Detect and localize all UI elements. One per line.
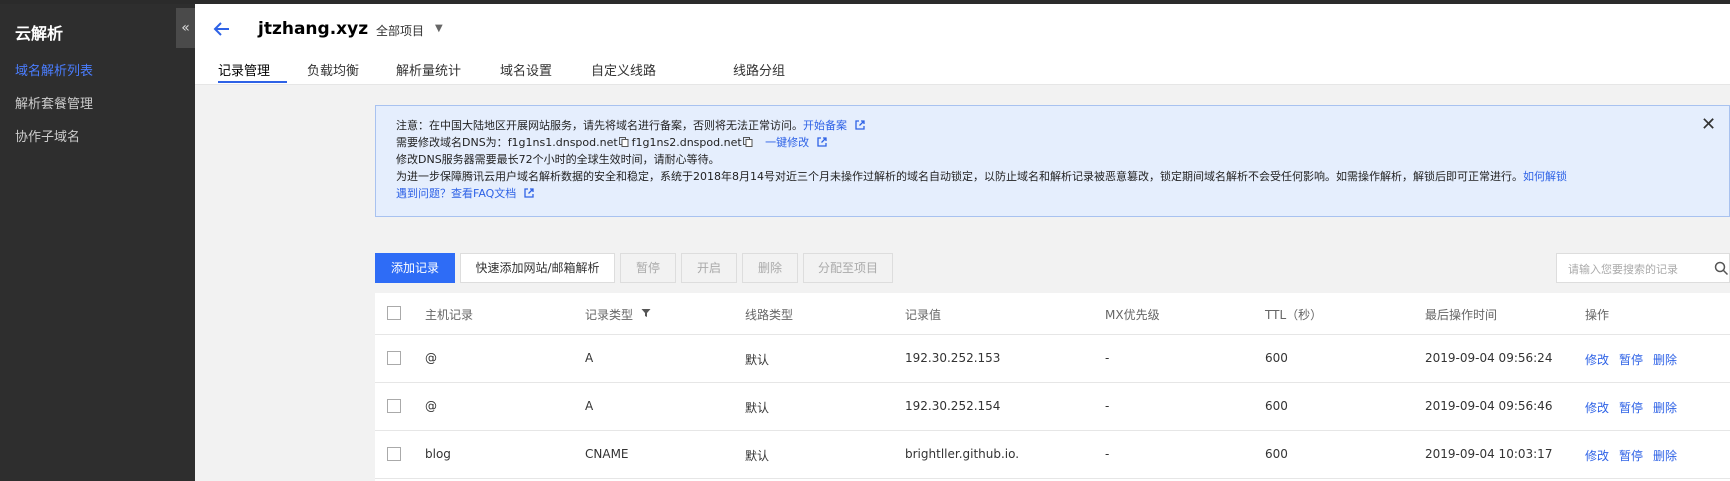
value-cell: brightller.github.io. <box>905 447 1020 461</box>
table-row: blog CNAME 默认 brightller.github.io. - 60… <box>375 431 1730 479</box>
tab-active-indicator <box>218 81 287 83</box>
faq-link[interactable]: 查看FAQ文档 <box>451 187 516 200</box>
notice-line-5: 遇到问题？查看FAQ文档 <box>396 185 534 201</box>
close-icon[interactable]: ✕ <box>1701 114 1716 135</box>
external-link-icon[interactable] <box>524 188 534 198</box>
edit-link[interactable]: 修改 <box>1585 447 1609 464</box>
sidebar-item-sub-domains[interactable]: 协作子域名 <box>15 126 80 145</box>
line-cell: 默认 <box>745 449 770 463</box>
column-header: 记录类型 <box>585 308 634 322</box>
row-checkbox[interactable] <box>387 351 401 365</box>
notice-line-4: 为进一步保障腾讯云用户域名解析数据的安全和稳定，系统于2018年8月14号对近三… <box>396 170 1567 183</box>
add-record-button[interactable]: 添加记录 <box>375 253 455 283</box>
column-header: 操作 <box>1585 308 1610 322</box>
time-cell: 2019-09-04 10:03:17 <box>1425 447 1553 461</box>
tab-load-balance[interactable]: 负载均衡 <box>307 60 359 79</box>
column-header: 最后操作时间 <box>1425 308 1498 322</box>
copy-icon[interactable] <box>618 137 629 147</box>
records-table: 主机记录 记录类型 线路类型 记录值 MX优先级 TTL（秒） 最后操作时间 操… <box>375 293 1730 481</box>
search-box[interactable]: 请输入您要搜索的记录 <box>1556 253 1730 283</box>
tab-custom-lines[interactable]: 自定义线路 <box>591 60 656 79</box>
delete-link[interactable]: 删除 <box>1653 447 1677 464</box>
type-cell: A <box>585 351 594 365</box>
caret-down-icon[interactable]: ▼ <box>435 23 443 34</box>
host-cell: @ <box>425 351 437 365</box>
pause-link[interactable]: 暂停 <box>1619 447 1643 464</box>
having-problems-link[interactable]: 遇到问题？ <box>396 187 451 200</box>
type-cell: CNAME <box>585 447 629 461</box>
domain-title: jtzhang.xyz <box>258 19 369 39</box>
column-header: MX优先级 <box>1105 308 1160 322</box>
search-icon[interactable] <box>1714 261 1729 276</box>
table-row: @ A 默认 192.30.252.153 - 600 2019-09-04 0… <box>375 335 1730 383</box>
notice-banner: 注意：在中国大陆地区开展网站服务，请先将域名进行备案，否则将无法正常访问。开始备… <box>375 105 1730 217</box>
column-header: 记录值 <box>905 308 942 322</box>
tab-domain-settings[interactable]: 域名设置 <box>500 60 552 79</box>
header: jtzhang.xyz 全部项目 ▼ 记录管理 负载均衡 解析量统计 域名设置 … <box>195 4 1730 85</box>
pause-link[interactable]: 暂停 <box>1619 399 1643 416</box>
row-checkbox[interactable] <box>387 399 401 413</box>
back-arrow-icon[interactable] <box>212 19 232 39</box>
dns-server-1: f1g1ns1.dnspod.net <box>507 136 618 149</box>
mx-cell: - <box>1105 399 1110 413</box>
tab-line-groups[interactable]: 线路分组 <box>733 60 785 79</box>
value-cell: 192.30.252.154 <box>905 399 1001 413</box>
host-cell: blog <box>425 447 451 461</box>
delete-link[interactable]: 删除 <box>1653 351 1677 368</box>
enable-button[interactable]: 开启 <box>681 253 737 283</box>
notice-line-2: 需要修改域名DNS为：f1g1ns1.dnspod.net f1g1ns2.dns… <box>396 134 827 150</box>
project-select[interactable]: 全部项目 <box>376 22 424 39</box>
dns-server-2: f1g1ns2.dnspod.net <box>631 136 742 149</box>
one-click-modify-link[interactable]: 一键修改 <box>765 136 809 149</box>
external-link-icon[interactable] <box>854 120 865 130</box>
tab-statistics[interactable]: 解析量统计 <box>396 60 461 79</box>
sidebar-item-packages[interactable]: 解析套餐管理 <box>15 93 93 112</box>
how-to-unlock-link[interactable]: 如何解锁 <box>1523 170 1567 183</box>
pause-link[interactable]: 暂停 <box>1619 351 1643 368</box>
filter-icon[interactable] <box>641 308 651 318</box>
ttl-cell: 600 <box>1265 399 1288 413</box>
notice-line-1: 注意：在中国大陆地区开展网站服务，请先将域名进行备案，否则将无法正常访问。开始备… <box>396 117 865 133</box>
sidebar-collapse-button[interactable]: « <box>176 8 195 48</box>
mx-cell: - <box>1105 351 1110 365</box>
ttl-cell: 600 <box>1265 447 1288 461</box>
type-cell: A <box>585 399 594 413</box>
select-all-checkbox[interactable] <box>387 306 401 320</box>
time-cell: 2019-09-04 09:56:24 <box>1425 351 1553 365</box>
column-header: 线路类型 <box>745 308 794 322</box>
host-cell: @ <box>425 399 437 413</box>
table-row: @ A 默认 192.30.252.154 - 600 2019-09-04 0… <box>375 383 1730 431</box>
sidebar-item-domain-list[interactable]: 域名解析列表 <box>15 60 93 79</box>
copy-icon[interactable] <box>742 137 753 147</box>
edit-link[interactable]: 修改 <box>1585 351 1609 368</box>
quick-add-button[interactable]: 快速添加网站/邮箱解析 <box>460 253 615 283</box>
ttl-cell: 600 <box>1265 351 1288 365</box>
time-cell: 2019-09-04 09:56:46 <box>1425 399 1553 413</box>
mx-cell: - <box>1105 447 1110 461</box>
assign-project-button[interactable]: 分配至项目 <box>803 253 893 283</box>
table-header-row: 主机记录 记录类型 线路类型 记录值 MX优先级 TTL（秒） 最后操作时间 操… <box>375 293 1730 335</box>
delete-button[interactable]: 删除 <box>742 253 798 283</box>
edit-link[interactable]: 修改 <box>1585 399 1609 416</box>
notice-line-3: 修改DNS服务器需要最长72个小时的全球生效时间，请耐心等待。 <box>396 153 720 166</box>
line-cell: 默认 <box>745 401 770 415</box>
column-header: 主机记录 <box>425 308 474 322</box>
line-cell: 默认 <box>745 353 770 367</box>
start-filing-link[interactable]: 开始备案 <box>803 119 847 132</box>
sidebar: 云解析 « 域名解析列表 解析套餐管理 协作子域名 <box>0 4 195 481</box>
row-checkbox[interactable] <box>387 447 401 461</box>
external-link-icon[interactable] <box>817 137 827 147</box>
delete-link[interactable]: 删除 <box>1653 399 1677 416</box>
sidebar-title: 云解析 <box>15 24 64 43</box>
column-header: TTL（秒） <box>1265 308 1323 322</box>
value-cell: 192.30.252.153 <box>905 351 1001 365</box>
tab-records[interactable]: 记录管理 <box>218 60 270 79</box>
search-input[interactable]: 请输入您要搜索的记录 <box>1568 261 1678 277</box>
pause-button[interactable]: 暂停 <box>620 253 676 283</box>
